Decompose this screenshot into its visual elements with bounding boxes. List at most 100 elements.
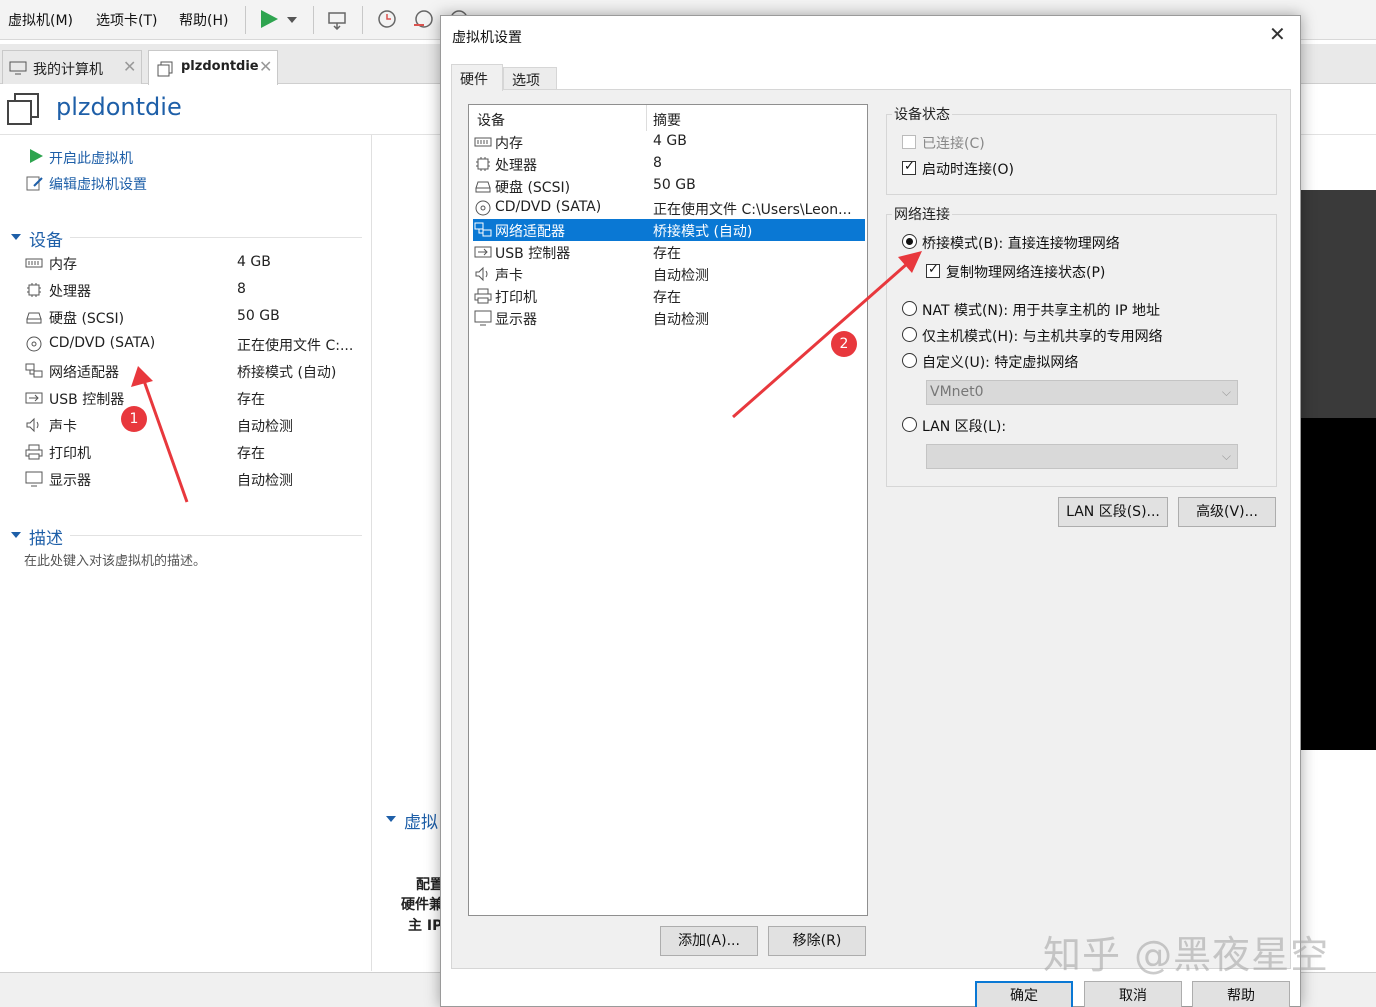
nat-label[interactable]: NAT 模式(N): 用于共享主机的 IP 地址	[922, 300, 1160, 320]
snapshot-icon[interactable]	[375, 8, 397, 30]
device-row[interactable]: 内存 4 GB	[24, 253, 364, 275]
bridged-label[interactable]: 桥接模式(B): 直接连接物理网络	[922, 233, 1120, 253]
device-row[interactable]: 网络适配器 桥接模式 (自动)	[24, 361, 364, 383]
device-name: 显示器	[49, 473, 91, 489]
sound-icon	[24, 417, 44, 433]
device-row[interactable]: CD/DVD (SATA) 正在使用文件 C:...	[24, 334, 364, 356]
device-row[interactable]: 声卡 自动检测	[24, 415, 364, 437]
collapse-arrow-icon[interactable]	[11, 234, 21, 240]
menu-tabs[interactable]: 选项卡(T)	[96, 10, 157, 30]
lan-segment-radio[interactable]	[902, 417, 917, 432]
device-row[interactable]: USB 控制器 存在	[24, 388, 364, 410]
close-icon[interactable]: ✕	[123, 57, 136, 76]
column-separator[interactable]	[646, 105, 647, 131]
chevron-down-icon[interactable]	[286, 8, 298, 30]
cancel-button[interactable]: 取消	[1084, 981, 1182, 1007]
device-row[interactable]: 打印机 存在	[473, 285, 865, 307]
collapse-arrow-icon[interactable]	[386, 816, 396, 822]
display-icon	[474, 310, 492, 326]
device-name: 硬盘 (SCSI)	[49, 311, 125, 327]
play-icon[interactable]	[28, 148, 44, 164]
connect-at-power-on-label[interactable]: 启动时连接(O)	[922, 159, 1014, 179]
check-icon: ✓	[904, 159, 915, 174]
add-button[interactable]: 添加(A)...	[660, 926, 758, 956]
device-summary: 存在	[653, 290, 681, 306]
help-button[interactable]: 帮助	[1192, 981, 1290, 1007]
connect-at-power-on-checkbox[interactable]: ✓	[902, 159, 916, 175]
hardware-device-list[interactable]: 设备 摘要 内存 4 GB 处理器 8 硬盘 (SCSI) 50 GB CD/DVD (SA…	[468, 104, 868, 916]
device-summary: 自动检测	[237, 419, 293, 435]
memory-icon	[474, 134, 492, 150]
cpu-icon	[474, 156, 492, 172]
host-only-label[interactable]: 仅主机模式(H): 与主机共享的专用网络	[922, 326, 1163, 346]
collapse-arrow-icon[interactable]	[11, 532, 21, 538]
tab-options[interactable]: 选项	[503, 67, 557, 89]
device-row[interactable]: 硬盘 (SCSI) 50 GB	[473, 175, 865, 197]
connected-label[interactable]: 已连接(C)	[922, 133, 985, 153]
lan-segments-button[interactable]: LAN 区段(S)...	[1058, 497, 1168, 527]
tab-hardware[interactable]: 硬件	[451, 64, 503, 91]
device-row[interactable]: 内存 4 GB	[473, 131, 865, 153]
replicate-state-label[interactable]: 复制物理网络连接状态(P)	[946, 262, 1105, 282]
host-only-radio[interactable]	[902, 327, 917, 342]
device-row[interactable]: USB 控制器 存在	[473, 241, 865, 263]
column-header-device[interactable]: 设备	[477, 110, 505, 130]
details-header[interactable]: 虚拟	[404, 808, 438, 833]
device-row[interactable]: 声卡 自动检测	[473, 263, 865, 285]
remove-button[interactable]: 移除(R)	[768, 926, 866, 956]
close-icon[interactable]: ✕	[1269, 24, 1286, 44]
custom-network-select[interactable]: VMnet0 ⌵	[926, 380, 1238, 405]
revert-snapshot-icon[interactable]	[412, 8, 434, 30]
power-on-link[interactable]: 开启此虚拟机	[49, 148, 133, 168]
send-keys-icon[interactable]	[326, 8, 348, 30]
device-row[interactable]: 显示器 自动检测	[473, 307, 865, 329]
bridged-radio[interactable]	[902, 234, 917, 249]
ok-button[interactable]: 确定	[975, 981, 1073, 1007]
lan-segment-label[interactable]: LAN 区段(L):	[922, 416, 1006, 436]
vm-preview[interactable]	[1300, 190, 1376, 750]
device-row[interactable]: 硬盘 (SCSI) 50 GB	[24, 307, 364, 329]
device-name: 处理器	[495, 158, 537, 174]
device-name: 硬盘 (SCSI)	[495, 180, 571, 196]
device-row[interactable]: 打印机 存在	[24, 442, 364, 464]
network-icon	[474, 222, 492, 238]
device-row[interactable]: 显示器 自动检测	[24, 469, 364, 491]
device-row[interactable]: 处理器 8	[24, 280, 364, 302]
nat-radio[interactable]	[902, 301, 917, 316]
device-summary: 4 GB	[653, 133, 687, 149]
menu-help[interactable]: 帮助(H)	[179, 10, 228, 30]
description-text[interactable]: 在此处键入对该虚拟机的描述。	[24, 550, 206, 569]
tab-plzdontdie[interactable]: plzdontdie ✕	[148, 50, 278, 85]
tab-my-computer[interactable]: 我的计算机 ✕	[2, 50, 142, 84]
toolbar-separator	[313, 6, 314, 34]
sound-icon	[474, 266, 492, 282]
device-row-selected[interactable]: 网络适配器 桥接模式 (自动)	[473, 219, 865, 241]
edit-settings-link[interactable]: 编辑虚拟机设置	[49, 174, 147, 194]
play-icon[interactable]	[258, 8, 280, 30]
device-summary: 50 GB	[653, 177, 696, 193]
select-value: VMnet0	[930, 384, 984, 400]
device-name: 打印机	[49, 446, 91, 462]
device-summary: 存在	[653, 246, 681, 262]
page-title: plzdontdie	[56, 93, 182, 121]
connected-checkbox[interactable]	[902, 135, 916, 149]
device-name: CD/DVD (SATA)	[49, 335, 156, 351]
edit-settings-icon[interactable]	[26, 174, 44, 192]
device-summary: 正在使用文件 C:...	[237, 338, 354, 354]
device-summary: 存在	[237, 446, 265, 462]
custom-radio[interactable]	[902, 353, 917, 368]
advanced-button[interactable]: 高级(V)...	[1178, 497, 1276, 527]
device-row[interactable]: CD/DVD (SATA) 正在使用文件 C:\Users\Leon...	[473, 197, 865, 219]
display-icon	[24, 471, 44, 487]
replicate-state-checkbox[interactable]: ✓	[926, 262, 940, 278]
custom-label[interactable]: 自定义(U): 特定虚拟网络	[922, 352, 1078, 372]
close-icon[interactable]: ✕	[259, 57, 272, 76]
device-row[interactable]: 处理器 8	[473, 153, 865, 175]
lan-segment-select[interactable]: ⌵	[926, 444, 1238, 469]
printer-icon	[474, 288, 492, 304]
column-header-summary[interactable]: 摘要	[653, 110, 681, 130]
menu-vm[interactable]: 虚拟机(M)	[8, 10, 73, 30]
pane-divider	[371, 135, 372, 971]
devices-header[interactable]: 设备	[29, 226, 63, 251]
description-header[interactable]: 描述	[29, 524, 63, 549]
